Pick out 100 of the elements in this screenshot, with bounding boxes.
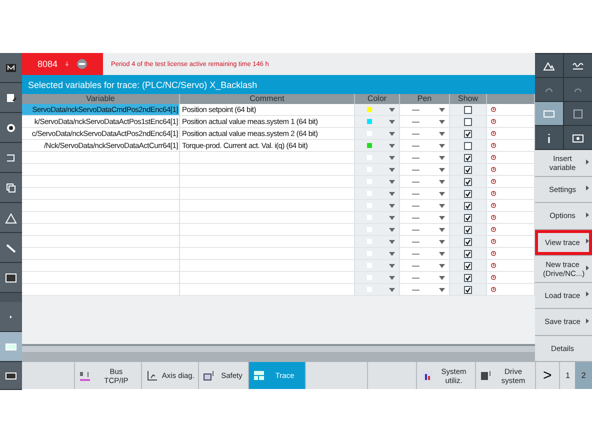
- alarm-code: 8084: [37, 59, 58, 69]
- show-checkbox[interactable]: [464, 250, 472, 258]
- show-checkbox[interactable]: [464, 190, 472, 198]
- sidebar-button[interactable]: [0, 53, 22, 83]
- clock-icon: [491, 167, 496, 172]
- color-dropdown[interactable]: [355, 128, 400, 140]
- pages-icon: [5, 182, 17, 194]
- toolbar-button[interactable]: [535, 126, 563, 149]
- column-header: Show: [450, 94, 487, 104]
- caret-icon: [439, 108, 445, 112]
- scrollbar[interactable]: [22, 344, 535, 352]
- caret-icon: [389, 264, 395, 268]
- column-header: Comment: [180, 94, 355, 104]
- caret-icon: [439, 156, 445, 160]
- show-checkbox[interactable]: [464, 118, 472, 126]
- show-checkbox[interactable]: [464, 154, 472, 162]
- show-checkbox[interactable]: [464, 166, 472, 174]
- color-dropdown[interactable]: [355, 212, 400, 224]
- clock-icon: [491, 275, 496, 280]
- sidebar-button[interactable]: [0, 332, 22, 362]
- clock-icon: [491, 215, 496, 220]
- caret-icon: [439, 288, 445, 292]
- toolbar-button[interactable]: [564, 54, 592, 77]
- show-checkbox[interactable]: [464, 178, 472, 186]
- caret-icon: [389, 252, 395, 256]
- sidebar-button[interactable]: [0, 143, 22, 173]
- caret-icon: [389, 228, 395, 232]
- show-checkbox[interactable]: [464, 226, 472, 234]
- clock-icon: [491, 131, 496, 136]
- sidebar-button[interactable]: [0, 113, 22, 143]
- clock-icon: [491, 287, 496, 292]
- toolbar-button[interactable]: [564, 102, 592, 125]
- caret-icon: [439, 144, 445, 148]
- editor-icon: [5, 92, 17, 104]
- color-dropdown[interactable]: [355, 224, 400, 236]
- color-dropdown[interactable]: [355, 188, 400, 200]
- show-checkbox[interactable]: [464, 202, 472, 210]
- color-dropdown[interactable]: [355, 140, 400, 152]
- show-checkbox[interactable]: [464, 238, 472, 246]
- color-dropdown[interactable]: [355, 164, 400, 176]
- show-checkbox[interactable]: [464, 274, 472, 282]
- stop-icon: [76, 58, 88, 70]
- color-dropdown[interactable]: [355, 176, 400, 188]
- toolbar-button[interactable]: [535, 54, 563, 77]
- clock-icon: [491, 239, 496, 244]
- sidebar-button[interactable]: [0, 362, 22, 390]
- sidebar-button[interactable]: [0, 233, 22, 263]
- color-dropdown[interactable]: [355, 248, 400, 260]
- window-icon: [572, 108, 584, 120]
- clock-icon: [491, 179, 496, 184]
- color-dropdown[interactable]: [355, 284, 400, 296]
- page-button[interactable]: 2: [575, 362, 592, 389]
- show-checkbox[interactable]: [464, 142, 472, 150]
- caret-icon: [439, 252, 445, 256]
- caret-icon: [389, 156, 395, 160]
- clock-icon: [491, 119, 496, 124]
- clock-icon: [491, 155, 496, 160]
- column-header: [487, 94, 535, 104]
- camera-icon: [572, 132, 584, 144]
- show-checkbox[interactable]: [464, 106, 472, 114]
- down-arrow-icon: [64, 60, 70, 68]
- caret-icon: [439, 228, 445, 232]
- color-dropdown[interactable]: [355, 260, 400, 272]
- color-dropdown[interactable]: [355, 104, 400, 116]
- sidebar-button[interactable]: [0, 83, 22, 113]
- color-dropdown[interactable]: [355, 152, 400, 164]
- caret-icon: [389, 216, 395, 220]
- sidebar-button[interactable]: [0, 203, 22, 233]
- caret-icon: [439, 120, 445, 124]
- mountain-icon: [543, 60, 555, 72]
- caret-icon: [439, 132, 445, 136]
- toolbar-button[interactable]: [564, 126, 592, 149]
- caret-icon: [439, 276, 445, 280]
- caret-icon: [389, 144, 395, 148]
- caret-icon: [389, 204, 395, 208]
- color-dropdown[interactable]: [355, 272, 400, 284]
- color-dropdown[interactable]: [355, 116, 400, 128]
- panel-title: Selected variables for trace: (PLC/NC/Servo) X_Backlash: [22, 75, 535, 94]
- clock-icon: [491, 251, 496, 256]
- caret-icon: [389, 192, 395, 196]
- screen-icon: [5, 370, 17, 382]
- color-dropdown[interactable]: [355, 236, 400, 248]
- color-dropdown[interactable]: [355, 200, 400, 212]
- caret-icon: [389, 288, 395, 292]
- caret-icon: [389, 120, 395, 124]
- caret-icon: [389, 168, 395, 172]
- caret-icon: [389, 276, 395, 280]
- show-checkbox[interactable]: [464, 214, 472, 222]
- sidebar-button[interactable]: [0, 173, 22, 203]
- caret-icon: [389, 108, 395, 112]
- caret-icon: [439, 204, 445, 208]
- show-checkbox[interactable]: [464, 286, 472, 294]
- show-checkbox[interactable]: [464, 130, 472, 138]
- alarm-indicator[interactable]: 8084: [22, 53, 103, 75]
- window-icon: [543, 108, 555, 120]
- caret-icon: [389, 132, 395, 136]
- caret-icon: [439, 240, 445, 244]
- sidebar-button[interactable]: [0, 263, 22, 293]
- show-checkbox[interactable]: [464, 262, 472, 270]
- clock-icon: [491, 143, 496, 148]
